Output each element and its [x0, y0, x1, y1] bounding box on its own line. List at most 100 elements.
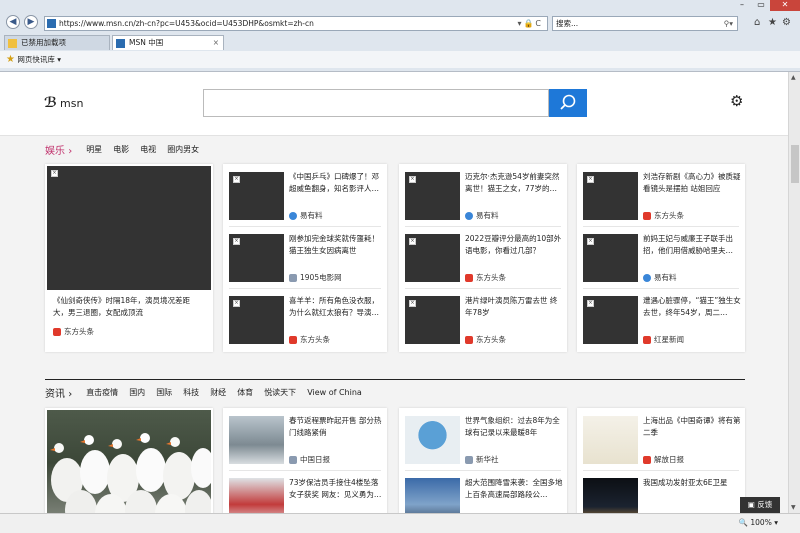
broken-image-icon: × [233, 176, 240, 183]
subnav-item[interactable]: 圈内男女 [167, 144, 199, 155]
scroll-up-icon[interactable]: ▲ [791, 74, 796, 81]
article-image: × [229, 234, 284, 282]
addon-icon [8, 39, 17, 48]
source-icon [289, 335, 297, 344]
browser-search-input[interactable]: 搜索... ⚲▾ [552, 16, 738, 31]
article-title[interactable]: 喜羊羊：所有角色没衣服，为什么就红太狼有？导演… [289, 295, 383, 319]
browser-search-placeholder: 搜索... [556, 19, 579, 28]
source-name: 中国日报 [300, 455, 330, 464]
article-title[interactable]: 我国成功发射亚太6E卫星 [643, 477, 741, 501]
article-title[interactable]: 刘浩存新剧《高心力》被质疑看镜头是摆拍 站姐回应 [643, 171, 741, 195]
article-title[interactable]: 刚参加完金球奖就传噩耗！猫王独生女因病离世 [289, 233, 383, 257]
article-image-ambulance [229, 478, 284, 513]
source-icon [289, 455, 297, 464]
msn-logo[interactable]: ℬ msn [44, 95, 83, 111]
news-card-large[interactable] [45, 408, 215, 513]
news-card-large[interactable]: × 《仙剑奇侠传》时隔18年，演员境况差距大，男三退圈，女配成顶流 东方头条 [45, 164, 213, 352]
subnav-item[interactable]: 直击疫情 [86, 387, 118, 398]
subnav-item[interactable]: 悦读天下 [264, 387, 296, 398]
subnav-item[interactable]: 明星 [86, 144, 102, 155]
tab-disabled-addons[interactable]: 已禁用加载项 [4, 35, 110, 50]
article-title[interactable]: 前妈王妃与威廉王子联手出招，他们用借威胁哈里夫… [643, 233, 741, 257]
article-image: × [405, 296, 460, 344]
favorites-icon[interactable]: ★ [6, 54, 15, 65]
broken-image-icon: × [51, 170, 58, 177]
article-title[interactable]: 春节返程票昨起开售 部分热门线路紧俏 [289, 415, 383, 439]
chevron-right-icon: › [68, 146, 73, 157]
source-name: 易有料 [300, 211, 323, 220]
article-title[interactable]: 2022豆瓣评分最高的10部外语电影，你看过几部？ [465, 233, 563, 257]
source-name: 东方头条 [64, 327, 94, 336]
news-card-list: × 《中国乒乓》口碑爆了！邓超威鱼翻身，知名影评人… 易有料 × 刚参加完金球奖… [223, 164, 387, 352]
search-icon[interactable]: ⚲▾ [724, 17, 733, 30]
source-name: 易有料 [476, 211, 499, 220]
vertical-scrollbar[interactable]: ▲ ▼ [788, 72, 800, 513]
source-name: 易有料 [654, 273, 677, 282]
article-image-poster [583, 416, 638, 464]
source-icon [643, 335, 651, 344]
subnav-item[interactable]: View of China [307, 388, 362, 397]
home-icon[interactable]: ⌂ [754, 17, 760, 28]
tab-msn[interactable]: MSN 中国 × [112, 35, 224, 50]
chevron-right-icon: › [68, 389, 73, 400]
butterfly-icon: ℬ [44, 95, 57, 111]
subnav-item[interactable]: 财经 [210, 387, 226, 398]
subnav-item[interactable]: 电视 [140, 144, 156, 155]
zoom-icon: 🔍 [738, 518, 751, 527]
forward-button[interactable]: ▶ [24, 15, 38, 29]
zoom-control[interactable]: 🔍 100% ▾ [739, 518, 778, 527]
geese-illustration [50, 433, 215, 513]
article-title[interactable]: 超大范围降雪来袭：全国多地上百条高速局部路段公… [465, 477, 563, 501]
scroll-down-icon[interactable]: ▼ [791, 504, 796, 511]
search-button[interactable] [549, 89, 587, 117]
maximize-button[interactable]: ▭ [752, 0, 770, 11]
address-bar[interactable]: https://www.msn.cn/zh-cn?pc=U453&ocid=U4… [44, 16, 548, 31]
section-title[interactable]: 娱乐 › [45, 142, 72, 157]
subnav-item[interactable]: 体育 [237, 387, 253, 398]
article-title[interactable]: 世界气象组织：过去8年为全球有记录以来最暖8年 [465, 415, 563, 439]
article-title[interactable]: 73岁保洁员手接住4楼坠落女子获奖 网友：见义勇为… [289, 477, 383, 501]
source-name: 1905电影网 [300, 273, 342, 282]
article-title[interactable]: 《仙剑奇侠传》时隔18年，演员境况差距大，男三退圈，女配成顶流 [53, 295, 205, 319]
minimize-button[interactable]: – [732, 0, 752, 11]
article-source: 东方头条 [465, 334, 506, 345]
back-button[interactable]: ◀ [6, 15, 20, 29]
article-title[interactable]: 《中国乒乓》口碑爆了！邓超威鱼翻身，知名影评人… [289, 171, 383, 195]
source-icon [643, 455, 651, 464]
section-title[interactable]: 资讯 › [45, 385, 72, 400]
source-name: 红星新闻 [654, 335, 684, 344]
article-source: 新华社 [465, 454, 499, 465]
article-title[interactable]: 遭遇心脏骤停，“猫王”独生女去世，终年54岁，周二… [643, 295, 741, 319]
subnav-item[interactable]: 电影 [113, 144, 129, 155]
search-icon [560, 94, 576, 110]
close-button[interactable]: ✕ [770, 0, 800, 11]
divider [229, 226, 381, 227]
address-text: https://www.msn.cn/zh-cn?pc=U453&ocid=U4… [59, 19, 314, 28]
close-tab-icon[interactable]: × [213, 36, 219, 50]
article-image: × [47, 166, 211, 290]
broken-image-icon: × [233, 300, 240, 307]
favorites-star-icon[interactable]: ★ [768, 17, 777, 28]
gear-icon[interactable]: ⚙ [782, 17, 791, 28]
broken-image-icon: × [409, 300, 416, 307]
article-title[interactable]: 港片绿叶演员陈万雷去世 终年78岁 [465, 295, 563, 319]
settings-gear-icon[interactable]: ⚙ [730, 92, 743, 110]
article-title[interactable]: 上海出品《中国奇谭》将有第二季 [643, 415, 741, 439]
article-image: × [583, 234, 638, 282]
favorites-bar: ★ 网页快讯库 ▾ [0, 51, 800, 68]
news-card-list: × 刘浩存新剧《高心力》被质疑看镜头是摆拍 站姐回应 东方头条 × 前妈王妃与威… [577, 164, 745, 352]
subnav-item[interactable]: 国际 [156, 387, 172, 398]
subnav-item[interactable]: 科技 [183, 387, 199, 398]
favorites-link[interactable]: 网页快讯库 ▾ [17, 55, 61, 64]
subnav-item[interactable]: 国内 [129, 387, 145, 398]
status-bar: 🔍 100% ▾ [0, 513, 800, 533]
address-actions-icon[interactable]: ▾🔒C [517, 17, 543, 30]
feedback-button[interactable]: ▣ 反馈 [740, 497, 780, 513]
article-title[interactable]: 迈克尔·杰克逊54岁前妻突然离世！猫王之女，77岁的… [465, 171, 563, 195]
source-icon [643, 211, 651, 220]
scrollbar-thumb[interactable] [791, 145, 799, 183]
site-icon [47, 19, 56, 28]
broken-image-icon: × [587, 176, 594, 183]
msn-header: ℬ msn ⚙ [0, 72, 788, 136]
search-input[interactable] [203, 89, 549, 117]
